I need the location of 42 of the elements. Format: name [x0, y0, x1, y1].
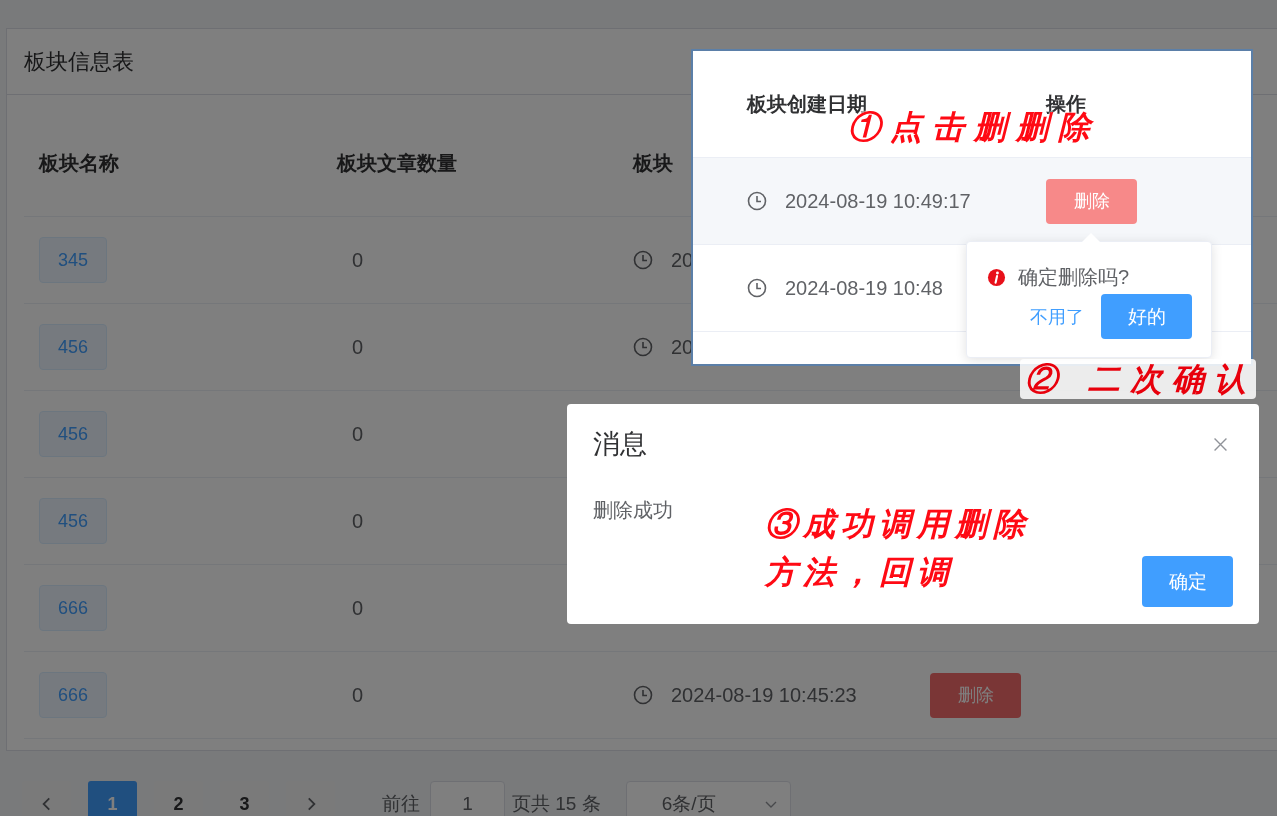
board-name-tag: 666: [39, 585, 107, 631]
annotation-text: ② 二次确认: [1020, 359, 1257, 400]
page-size-select[interactable]: 6条/页: [625, 781, 791, 816]
chevron-down-icon: [763, 799, 778, 809]
page-input[interactable]: 1: [430, 781, 505, 816]
board-name-tag: 456: [39, 411, 107, 457]
annotation-text: ③成功调用删除 方法，回调: [765, 504, 1031, 593]
clock-icon: [633, 250, 653, 270]
confirm-question: 确定删除吗?: [1018, 265, 1130, 290]
article-count: 0: [352, 683, 364, 707]
created-date: 2024-08-19 10:45:23: [671, 683, 857, 707]
page-button[interactable]: 1: [88, 781, 137, 816]
created-date: 2024-08-19 10:48: [785, 276, 943, 300]
column-header: 板块文章数量: [337, 152, 457, 174]
info-icon: [987, 268, 1006, 287]
clock-icon: [633, 685, 653, 705]
article-count: 0: [352, 422, 364, 446]
article-count: 0: [352, 509, 364, 533]
goto-label: 前往: [382, 792, 420, 816]
article-count: 0: [352, 335, 364, 359]
total-count: 页共 15 条: [512, 792, 601, 816]
board-name-tag: 456: [39, 498, 107, 544]
delete-button[interactable]: 删除: [1046, 178, 1137, 224]
created-date: 2024-08-19 10:49:17: [785, 189, 971, 213]
clock-icon: [633, 337, 653, 357]
board-name-tag: 456: [39, 324, 107, 370]
cancel-link[interactable]: 不用了: [1030, 304, 1084, 329]
column-header: 板块名称: [39, 152, 119, 174]
dialog-message: 删除成功: [593, 498, 673, 523]
dialog-title: 消息: [593, 428, 647, 461]
article-count: 0: [352, 596, 364, 620]
panel-title: 板块信息表: [24, 47, 134, 76]
ok-button[interactable]: 确定: [1142, 556, 1233, 607]
board-name-tag: 345: [39, 237, 107, 283]
column-header: 板块: [633, 152, 673, 174]
article-count: 0: [352, 248, 364, 272]
table-row[interactable]: 2024-08-19 10:49:17 删除: [693, 158, 1251, 245]
confirm-button[interactable]: 好的: [1101, 294, 1192, 339]
board-name-tag: 666: [39, 672, 107, 718]
clock-icon: [747, 278, 767, 298]
clock-icon: [747, 191, 767, 211]
delete-button[interactable]: 删除: [930, 672, 1021, 718]
